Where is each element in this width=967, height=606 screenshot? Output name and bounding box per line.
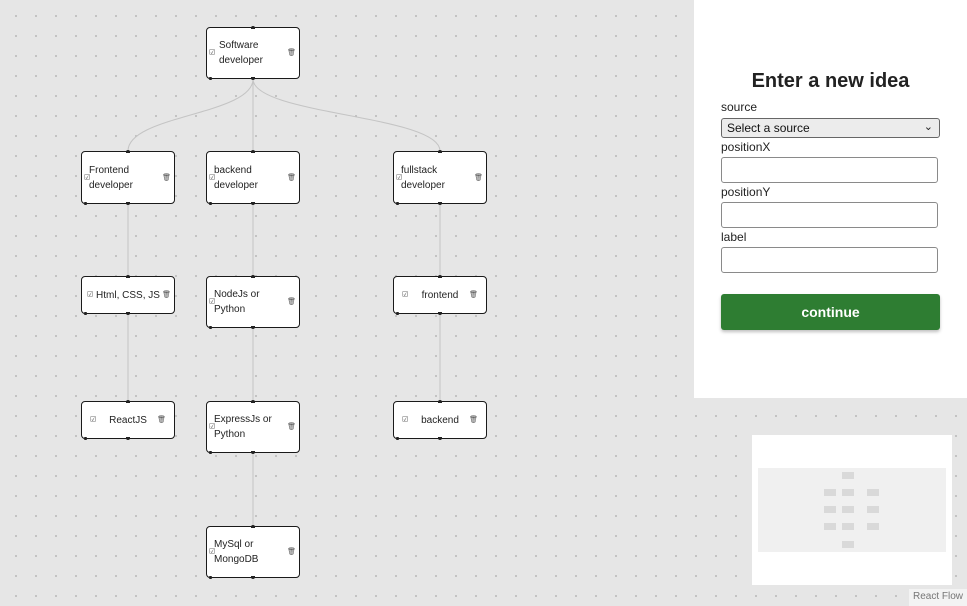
- corner-handle: [209, 326, 212, 329]
- edit-icon[interactable]: ☑: [209, 424, 215, 431]
- target-handle[interactable]: [126, 400, 130, 403]
- positionx-input[interactable]: [721, 157, 938, 183]
- delete-icon[interactable]: 🗑: [474, 174, 483, 181]
- node-expressjs-or-python[interactable]: ☑ ExpressJs or Python 🗑: [206, 400, 300, 454]
- target-handle[interactable]: [126, 275, 130, 278]
- node-frontend-developer[interactable]: ☑ Frontend developer 🗑: [81, 150, 175, 205]
- delete-icon[interactable]: 🗑: [287, 424, 296, 431]
- label-label: label: [721, 230, 747, 244]
- node-label: ExpressJs or Python: [214, 414, 272, 440]
- delete-icon[interactable]: 🗑: [469, 417, 478, 424]
- label-input[interactable]: [721, 247, 938, 273]
- corner-handle: [209, 77, 212, 80]
- corner-handle: [84, 202, 87, 205]
- node-nodejs-or-python[interactable]: ☑ NodeJs or Python 🗑: [206, 275, 300, 329]
- minimap-node: [824, 523, 836, 530]
- node-fullstack-developer[interactable]: ☑ fullstack developer 🗑: [393, 150, 487, 205]
- node-reactjs[interactable]: ☑ ReactJS 🗑: [81, 400, 175, 440]
- corner-handle: [209, 451, 212, 454]
- target-handle[interactable]: [438, 275, 442, 278]
- edit-icon[interactable]: ☑: [209, 549, 215, 556]
- target-handle[interactable]: [251, 26, 255, 29]
- minimap-node: [867, 523, 879, 530]
- node-backend[interactable]: ☑ backend 🗑: [393, 400, 487, 440]
- edge-1-2[interactable]: [127, 78, 254, 152]
- edit-icon[interactable]: ☑: [402, 417, 408, 424]
- delete-icon[interactable]: 🗑: [287, 299, 296, 306]
- node-label: Software developer: [219, 40, 263, 66]
- node-mysql-or-mongodb[interactable]: ☑ MySql or MongoDB 🗑: [206, 525, 300, 579]
- node-label: backend developer: [214, 164, 258, 191]
- edit-icon[interactable]: ☑: [90, 417, 96, 424]
- target-handle[interactable]: [438, 150, 442, 153]
- edit-icon[interactable]: ☑: [209, 299, 215, 306]
- positiony-input[interactable]: [721, 202, 938, 228]
- edit-icon[interactable]: ☑: [87, 292, 93, 299]
- target-handle[interactable]: [251, 525, 255, 528]
- delete-icon[interactable]: 🗑: [162, 174, 171, 181]
- minimap-node: [867, 489, 879, 496]
- corner-handle: [84, 437, 87, 440]
- node-label: NodeJs or Python: [214, 289, 260, 315]
- delete-icon[interactable]: 🗑: [157, 417, 166, 424]
- corner-handle: [396, 202, 399, 205]
- node-label: fullstack developer: [401, 164, 445, 191]
- edge-1-4[interactable]: [252, 78, 441, 152]
- target-handle[interactable]: [251, 150, 255, 153]
- edit-icon[interactable]: ☑: [209, 174, 215, 181]
- positiony-label: positionY: [721, 185, 771, 199]
- corner-handle: [84, 312, 87, 315]
- corner-handle: [396, 437, 399, 440]
- target-handle[interactable]: [126, 150, 130, 153]
- react-flow-attribution[interactable]: React Flow: [909, 589, 967, 606]
- source-label: source: [721, 100, 758, 114]
- node-html-css-js[interactable]: ☑ Html, CSS, JS 🗑: [81, 275, 175, 315]
- chevron-down-icon: ⌄: [923, 121, 933, 133]
- node-label: Html, CSS, JS: [96, 289, 160, 301]
- node-frontend[interactable]: ☑ frontend 🗑: [393, 275, 487, 315]
- minimap-node: [824, 489, 836, 496]
- node-label: MySql or MongoDB: [214, 539, 259, 565]
- corner-handle: [209, 576, 212, 579]
- target-handle[interactable]: [251, 400, 255, 403]
- positionx-label: positionX: [721, 140, 771, 154]
- edit-icon[interactable]: ☑: [396, 174, 402, 181]
- edit-icon[interactable]: ☑: [84, 174, 90, 181]
- continue-button[interactable]: continue: [721, 294, 940, 330]
- delete-icon[interactable]: 🗑: [287, 549, 296, 556]
- corner-handle: [396, 312, 399, 315]
- minimap-node: [842, 541, 854, 548]
- node-backend-developer[interactable]: ☑ backend developer 🗑: [206, 150, 300, 205]
- new-idea-panel: Enter a new idea source Select a source …: [694, 0, 967, 398]
- minimap-node: [867, 506, 879, 513]
- delete-icon[interactable]: 🗑: [287, 174, 296, 181]
- minimap-node: [842, 506, 854, 513]
- minimap-node: [842, 472, 854, 479]
- delete-icon[interactable]: 🗑: [162, 292, 171, 299]
- edit-icon[interactable]: ☑: [209, 50, 215, 57]
- minimap-node: [842, 523, 854, 530]
- delete-icon[interactable]: 🗑: [287, 50, 296, 57]
- delete-icon[interactable]: 🗑: [469, 292, 478, 299]
- source-select[interactable]: Select a source ⌄: [721, 118, 940, 138]
- node-software-developer[interactable]: ☑ Software developer 🗑: [206, 26, 300, 80]
- corner-handle: [209, 202, 212, 205]
- source-select-value: Select a source: [727, 121, 810, 135]
- target-handle[interactable]: [251, 275, 255, 278]
- minimap-node: [842, 489, 854, 496]
- panel-title: Enter a new idea: [751, 70, 910, 92]
- minimap-node: [824, 506, 836, 513]
- minimap[interactable]: [752, 435, 952, 585]
- node-label: Frontend developer: [89, 164, 133, 191]
- target-handle[interactable]: [438, 400, 442, 403]
- edit-icon[interactable]: ☑: [402, 292, 408, 299]
